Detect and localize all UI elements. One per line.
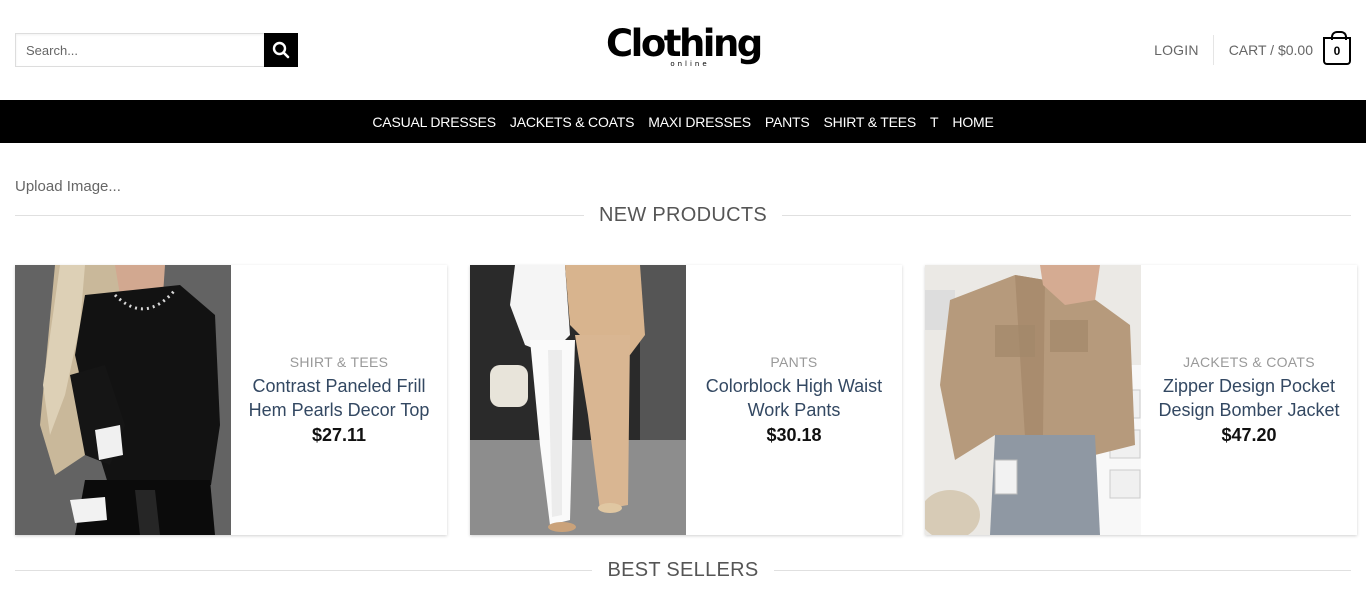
- product-price: $27.11: [311, 425, 367, 445]
- cart-icon[interactable]: 0: [1323, 31, 1351, 65]
- header-account: LOGIN CART / $0.00 0: [1154, 31, 1351, 65]
- product-info: JACKETS & COATS Zipper Design Pocket Des…: [1141, 265, 1357, 535]
- divider-line: [15, 569, 593, 571]
- divider-line: [782, 214, 1352, 216]
- product-info: PANTS Colorblock High Waist Work Pants $…: [686, 265, 902, 535]
- best-sellers-heading: BEST SELLERS: [15, 558, 1351, 582]
- product-image[interactable]: [15, 265, 231, 535]
- search-input[interactable]: [15, 33, 264, 67]
- product-card[interactable]: SHIRT & TEES Contrast Paneled Frill Hem …: [15, 265, 447, 535]
- search-icon: [272, 41, 290, 59]
- search-button[interactable]: [264, 33, 298, 67]
- nav-item-jackets-coats[interactable]: JACKETS & COATS: [510, 114, 635, 130]
- product-category[interactable]: JACKETS & COATS: [1183, 354, 1315, 370]
- product-category[interactable]: SHIRT & TEES: [290, 354, 389, 370]
- nav-item-maxi-dresses[interactable]: MAXI DRESSES: [648, 114, 751, 130]
- site-logo[interactable]: Clothing online: [606, 22, 763, 78]
- product-image[interactable]: [925, 265, 1141, 535]
- nav-item-home[interactable]: HOME: [952, 114, 993, 130]
- product-name[interactable]: Colorblock High Waist Work Pants: [698, 374, 890, 422]
- product-card[interactable]: JACKETS & COATS Zipper Design Pocket Des…: [925, 265, 1357, 535]
- divider-line: [773, 569, 1351, 571]
- new-products-heading: NEW PRODUCTS: [15, 203, 1352, 227]
- product-image[interactable]: [470, 265, 686, 535]
- product-price: $30.18: [766, 425, 822, 445]
- upload-image-link[interactable]: Upload Image...: [15, 178, 121, 195]
- product-name[interactable]: Contrast Paneled Frill Hem Pearls Decor …: [243, 374, 435, 422]
- cart-link[interactable]: CART / $0.00: [1229, 42, 1313, 58]
- login-link[interactable]: LOGIN: [1154, 42, 1213, 58]
- section-title: NEW PRODUCTS: [598, 203, 768, 226]
- site-header: Clothing online LOGIN CART / $0.00 0: [0, 0, 1366, 100]
- search-form: [15, 33, 298, 67]
- product-price: $47.20: [1221, 425, 1277, 445]
- cart-count: 0: [1333, 44, 1341, 58]
- section-title: BEST SELLERS: [607, 558, 759, 581]
- product-card[interactable]: PANTS Colorblock High Waist Work Pants $…: [470, 265, 902, 535]
- nav-item-pants[interactable]: PANTS: [765, 114, 810, 130]
- divider-line: [15, 214, 584, 216]
- product-info: SHIRT & TEES Contrast Paneled Frill Hem …: [231, 265, 447, 535]
- product-name[interactable]: Zipper Design Pocket Design Bomber Jacke…: [1153, 374, 1345, 422]
- nav-item-t[interactable]: T: [930, 114, 939, 130]
- nav-item-casual-dresses[interactable]: CASUAL DRESSES: [372, 114, 496, 130]
- main-nav: CASUAL DRESSES JACKETS & COATS MAXI DRES…: [0, 100, 1366, 143]
- nav-item-shirt-tees[interactable]: SHIRT & TEES: [824, 114, 917, 130]
- product-category[interactable]: PANTS: [770, 354, 817, 370]
- header-divider: [1212, 35, 1214, 65]
